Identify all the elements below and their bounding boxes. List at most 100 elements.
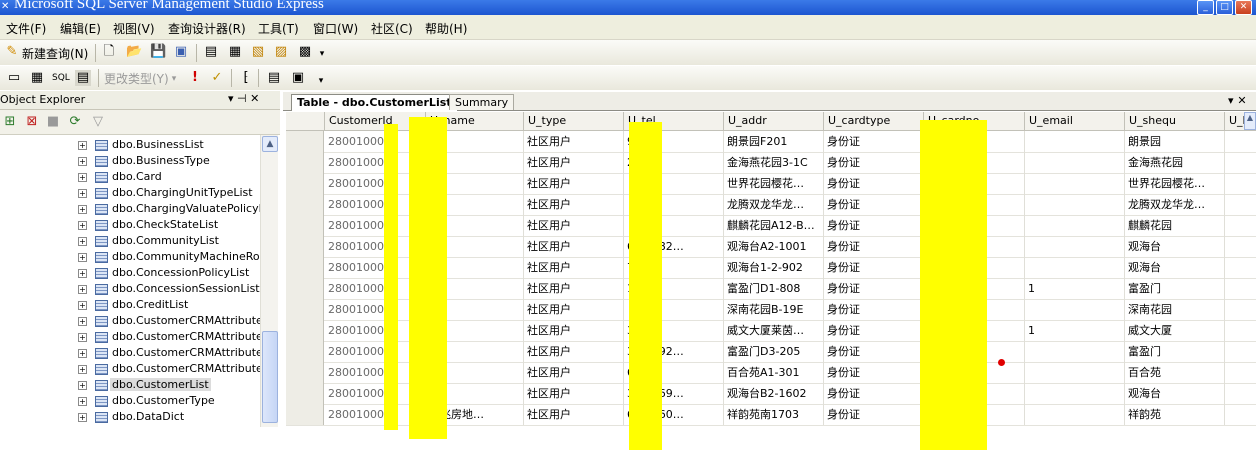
minimize-button[interactable]: _ [1197, 0, 1214, 15]
add-new-derived-table-icon[interactable]: ▣ [290, 70, 306, 86]
table-cell[interactable] [1025, 341, 1125, 362]
table-cell[interactable]: 身份证 [824, 341, 924, 362]
table-cell[interactable]: 金海燕花园 [1125, 152, 1225, 173]
column-header[interactable]: U_email [1025, 112, 1125, 130]
tree-item[interactable]: + dbo.ConcessionSessionList [0, 281, 260, 297]
maximize-button[interactable]: □ [1216, 0, 1233, 15]
change-type-button[interactable]: 更改类型(Y) [104, 70, 169, 87]
table-cell[interactable]: 身份证 [824, 236, 924, 257]
expand-icon[interactable]: + [78, 301, 87, 310]
tree-item[interactable]: + dbo.ConcessionPolicyList [0, 265, 260, 281]
add-table-icon[interactable]: ▤ [266, 70, 282, 86]
tree-item[interactable]: + dbo.ChargingUnitTypeList [0, 185, 260, 201]
tree-item[interactable]: + dbo.CheckStateList [0, 217, 260, 233]
expand-icon[interactable]: + [78, 221, 87, 230]
table-cell[interactable]: 朗景园 [1125, 131, 1225, 152]
grid-pane-icon[interactable]: ▦ [29, 70, 45, 86]
tree-item[interactable]: + dbo.CustomerCRMAttributeMa [0, 345, 260, 361]
table-cell[interactable]: 百合苑A1-301 [724, 362, 824, 383]
sql-pane-icon[interactable]: SQL [52, 70, 70, 86]
menu-help[interactable]: 帮助(H) [425, 20, 467, 37]
registered-servers-icon[interactable]: ▤ [203, 44, 219, 60]
row-selector[interactable] [286, 236, 324, 257]
expand-icon[interactable]: + [78, 413, 87, 422]
close-button[interactable]: ✕ [1235, 0, 1252, 15]
expand-icon[interactable]: + [78, 157, 87, 166]
tree-item[interactable]: + dbo.CommunityList [0, 233, 260, 249]
template-explorer-icon[interactable]: ▧ [250, 44, 266, 60]
table-cell[interactable] [1025, 362, 1125, 383]
object-explorer-icon[interactable]: ▦ [227, 44, 243, 60]
connect-icon[interactable]: ⊞ [2, 114, 18, 130]
expand-icon[interactable]: + [78, 189, 87, 198]
tree-item[interactable]: + dbo.DataDict [0, 409, 260, 425]
table-cell[interactable] [1025, 404, 1125, 425]
table-cell[interactable]: 世界花园樱花… [1125, 173, 1225, 194]
table-cell[interactable]: 观海台A2-1001 [724, 236, 824, 257]
table-cell[interactable]: 威文大厦 [1125, 320, 1225, 341]
row-selector[interactable] [286, 341, 324, 362]
row-selector[interactable] [286, 173, 324, 194]
table-cell[interactable]: 观海台1-2-902 [724, 257, 824, 278]
tree-scrollbar[interactable]: ▲ [260, 135, 278, 427]
toolbox-icon[interactable]: ▩ [297, 44, 313, 60]
table-cell[interactable]: 身份证 [824, 383, 924, 404]
table-cell[interactable]: 社区用户 [524, 383, 624, 404]
row-selector[interactable] [286, 152, 324, 173]
expand-icon[interactable]: + [78, 349, 87, 358]
tab-controls[interactable]: ▾ ✕ [1228, 94, 1247, 107]
tree-item[interactable]: + dbo.Card [0, 169, 260, 185]
toolbar-options-icon[interactable]: ▾ [313, 73, 329, 89]
pane-window-controls[interactable]: ▾ ⊣ ✕ [228, 92, 259, 105]
table-cell[interactable]: 麒麟花园A12-B… [724, 215, 824, 236]
tree-item[interactable]: + dbo.CustomerCRMAttribute [0, 313, 260, 329]
table-cell[interactable]: 社区用户 [524, 404, 624, 425]
table-cell[interactable]: 社区用户 [524, 362, 624, 383]
expand-icon[interactable]: + [78, 365, 87, 374]
table-cell[interactable] [1025, 383, 1125, 404]
table-cell[interactable]: 身份证 [824, 299, 924, 320]
execute-sql-icon[interactable]: ! [187, 70, 203, 86]
table-cell[interactable]: 身份证 [824, 152, 924, 173]
save-all-icon[interactable]: ▣ [173, 44, 189, 60]
table-cell[interactable]: 观海台 [1125, 383, 1225, 404]
expand-icon[interactable]: + [78, 205, 87, 214]
table-cell[interactable]: 身份证 [824, 194, 924, 215]
table-cell[interactable] [1025, 194, 1125, 215]
properties-icon[interactable]: ▨ [273, 44, 289, 60]
table-cell[interactable]: 社区用户 [524, 215, 624, 236]
table-cell[interactable]: 1 [1025, 278, 1125, 299]
menu-edit[interactable]: 编辑(E) [60, 20, 101, 37]
row-selector[interactable] [286, 404, 324, 425]
tree-item[interactable]: + dbo.CreditList [0, 297, 260, 313]
table-cell[interactable]: 百合苑 [1125, 362, 1225, 383]
expand-icon[interactable]: + [78, 141, 87, 150]
tree-item[interactable]: + dbo.CustomerCRMAttributeTa [0, 361, 260, 377]
column-header[interactable]: U_addr [724, 112, 824, 130]
table-cell[interactable]: 1 [1025, 320, 1125, 341]
row-selector[interactable] [286, 320, 324, 341]
expand-icon[interactable]: + [78, 333, 87, 342]
expand-icon[interactable]: + [78, 237, 87, 246]
table-cell[interactable]: 社区用户 [524, 299, 624, 320]
table-cell[interactable]: 祥韵苑 [1125, 404, 1225, 425]
stop-icon[interactable]: ■ [45, 114, 61, 130]
table-cell[interactable]: 身份证 [824, 215, 924, 236]
menu-file[interactable]: 文件(F) [6, 20, 46, 37]
grid-scroll-up-icon[interactable]: ▲ [1244, 112, 1256, 130]
table-cell[interactable] [1025, 257, 1125, 278]
row-selector[interactable] [286, 299, 324, 320]
table-cell[interactable]: 富盈门 [1125, 341, 1225, 362]
tree-item[interactable]: + dbo.BusinessList [0, 137, 260, 153]
disconnect-icon[interactable]: ⊠ [24, 114, 40, 130]
tree-item-selected[interactable]: + dbo.CustomerList [0, 377, 260, 393]
table-cell[interactable]: 社区用户 [524, 236, 624, 257]
table-cell[interactable]: 观海台B2-1602 [724, 383, 824, 404]
expand-icon[interactable]: + [78, 269, 87, 278]
table-cell[interactable]: 深南花园 [1125, 299, 1225, 320]
table-cell[interactable]: 身份证 [824, 404, 924, 425]
row-selector[interactable] [286, 131, 324, 152]
table-cell[interactable] [1025, 152, 1125, 173]
refresh-icon[interactable]: ⟳ [67, 114, 83, 130]
tree-item[interactable]: + dbo.CommunityMachineRoomT [0, 249, 260, 265]
